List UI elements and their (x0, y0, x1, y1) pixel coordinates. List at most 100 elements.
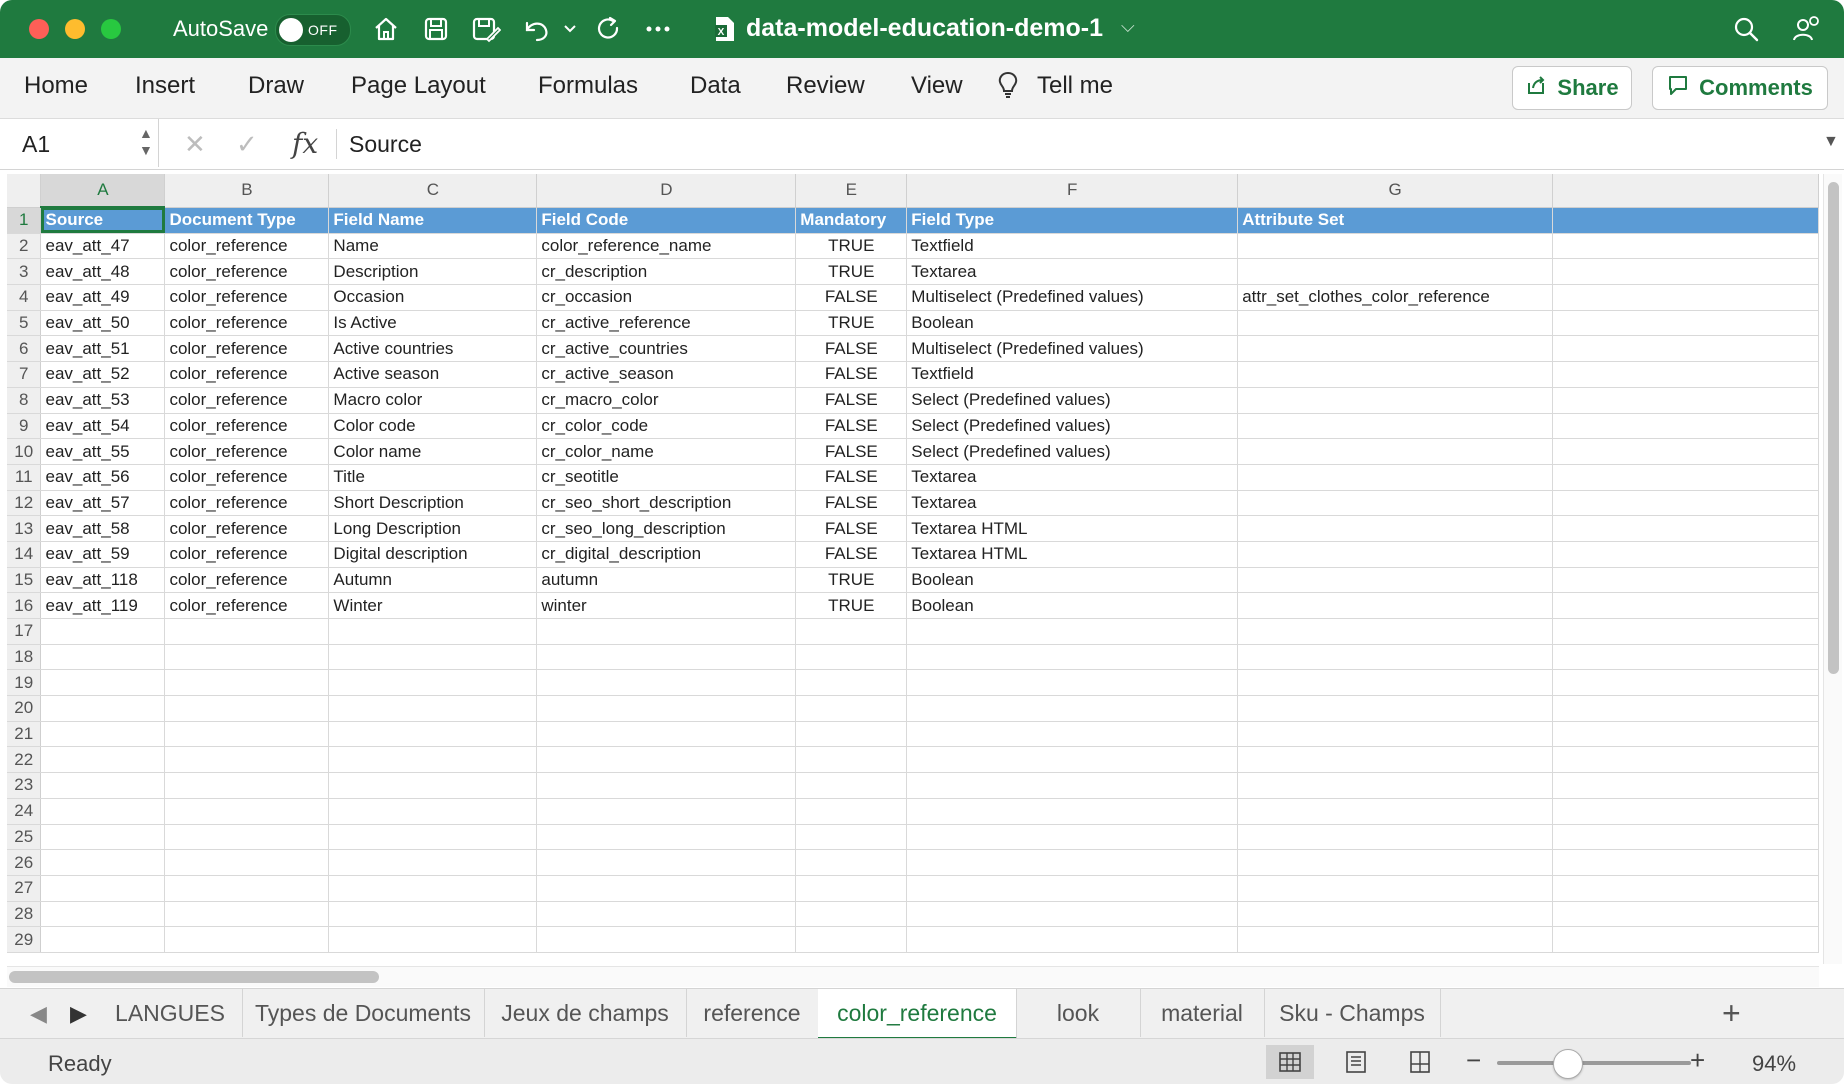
cell[interactable] (328, 875, 538, 902)
cell[interactable]: Select (Predefined values) (906, 387, 1239, 414)
cell[interactable]: cr_seotitle (536, 464, 797, 491)
cell[interactable] (795, 644, 908, 671)
row-header[interactable]: 16 (7, 592, 42, 619)
cell[interactable] (1237, 541, 1554, 568)
normal-view-icon[interactable] (1266, 1045, 1314, 1079)
cell[interactable]: eav_att_49 (40, 284, 166, 311)
cell[interactable] (164, 849, 330, 876)
home-icon[interactable] (368, 12, 404, 46)
cell[interactable] (795, 901, 908, 928)
autosave-toggle[interactable]: OFF (275, 14, 351, 46)
cell[interactable]: Description (328, 258, 538, 286)
cell[interactable]: winter (536, 592, 797, 619)
cell[interactable] (1237, 310, 1554, 337)
cell[interactable] (1552, 233, 1819, 260)
cell[interactable] (1237, 798, 1554, 825)
cell[interactable]: FALSE (795, 490, 908, 517)
cell[interactable] (1552, 438, 1819, 465)
sheet-tab[interactable]: look (1016, 989, 1141, 1037)
cell[interactable]: Autumn (328, 567, 538, 594)
cell[interactable]: cr_color_code (536, 413, 797, 440)
row-header[interactable]: 4 (7, 284, 42, 311)
horizontal-scrollbar[interactable] (7, 966, 1819, 987)
cell[interactable] (536, 669, 797, 697)
cell[interactable]: Boolean (906, 567, 1239, 594)
cell[interactable] (328, 721, 538, 748)
cell[interactable] (1237, 233, 1554, 260)
cell[interactable]: Macro color (328, 387, 538, 414)
cell[interactable] (1552, 258, 1819, 286)
cell[interactable]: Field Type (906, 207, 1239, 234)
sheet-tab[interactable]: Jeux de champs (484, 989, 687, 1037)
row-header[interactable]: 5 (7, 310, 42, 337)
cell[interactable]: Textfield (906, 233, 1239, 260)
cell[interactable] (536, 926, 797, 953)
cell[interactable] (40, 618, 166, 645)
row-header[interactable]: 8 (7, 387, 42, 414)
cell[interactable] (795, 824, 908, 851)
cell[interactable]: FALSE (795, 387, 908, 414)
cell[interactable] (1552, 541, 1819, 568)
zoom-out-icon[interactable]: − (1466, 1045, 1481, 1076)
cell[interactable] (536, 798, 797, 825)
cell[interactable] (40, 875, 166, 902)
cell[interactable]: eav_att_50 (40, 310, 166, 337)
account-icon[interactable] (1788, 12, 1824, 46)
cell[interactable] (1552, 335, 1819, 363)
cell[interactable]: color_reference (164, 541, 330, 568)
cell[interactable]: cr_active_reference (536, 310, 797, 337)
cell[interactable]: FALSE (795, 361, 908, 388)
cell[interactable] (906, 926, 1239, 953)
save-icon[interactable] (418, 12, 454, 46)
cell[interactable] (40, 669, 166, 697)
cell[interactable] (1237, 849, 1554, 876)
cell[interactable]: Short Description (328, 490, 538, 517)
cell[interactable]: eav_att_119 (40, 592, 166, 619)
ribbon-tab-page-layout[interactable]: Page Layout (351, 72, 486, 100)
ribbon-tab-formulas[interactable]: Formulas (538, 72, 638, 100)
cell[interactable]: color_reference (164, 567, 330, 594)
row-header[interactable]: 2 (7, 233, 42, 260)
cell[interactable] (536, 695, 797, 722)
row-header[interactable]: 27 (7, 875, 42, 902)
cell[interactable]: color_reference_name (536, 233, 797, 260)
cell[interactable]: Field Name (328, 207, 538, 234)
cell[interactable] (164, 798, 330, 825)
cell[interactable]: TRUE (795, 592, 908, 619)
cell[interactable] (1552, 926, 1819, 953)
cell[interactable] (795, 669, 908, 697)
cell[interactable] (1552, 721, 1819, 748)
column-header-d[interactable]: D (536, 174, 797, 208)
cell[interactable]: Textfield (906, 361, 1239, 388)
cell[interactable]: TRUE (795, 310, 908, 337)
cell[interactable]: Attribute Set (1237, 207, 1554, 234)
cell[interactable]: color_reference (164, 464, 330, 491)
cell[interactable] (328, 644, 538, 671)
row-header[interactable]: 10 (7, 438, 42, 465)
cell[interactable] (536, 849, 797, 876)
cell[interactable] (1237, 387, 1554, 414)
cell[interactable]: FALSE (795, 438, 908, 465)
cell[interactable] (795, 618, 908, 645)
cell[interactable]: color_reference (164, 310, 330, 337)
title-chevron-down-icon[interactable]: ⌵ (1121, 16, 1135, 37)
cell[interactable] (1237, 361, 1554, 388)
cell[interactable] (328, 798, 538, 825)
cell[interactable]: Select (Predefined values) (906, 413, 1239, 440)
row-header[interactable]: 19 (7, 669, 42, 697)
cell[interactable]: Source (40, 207, 166, 234)
sheet-tab[interactable]: color_reference (818, 989, 1017, 1040)
sheet-tab[interactable]: reference (686, 989, 819, 1037)
page-break-view-icon[interactable] (1396, 1045, 1444, 1079)
cell[interactable]: color_reference (164, 335, 330, 363)
cell[interactable] (1237, 746, 1554, 774)
cell[interactable] (906, 824, 1239, 851)
undo-dropdown-chevron-icon[interactable] (560, 12, 580, 46)
row-header[interactable]: 20 (7, 695, 42, 722)
cell[interactable] (164, 721, 330, 748)
ribbon-tab-view[interactable]: View (911, 72, 963, 100)
cell[interactable] (40, 824, 166, 851)
formula-input[interactable]: Source (349, 131, 422, 158)
cell[interactable]: Textarea (906, 490, 1239, 517)
vertical-scrollbar[interactable] (1823, 174, 1842, 964)
